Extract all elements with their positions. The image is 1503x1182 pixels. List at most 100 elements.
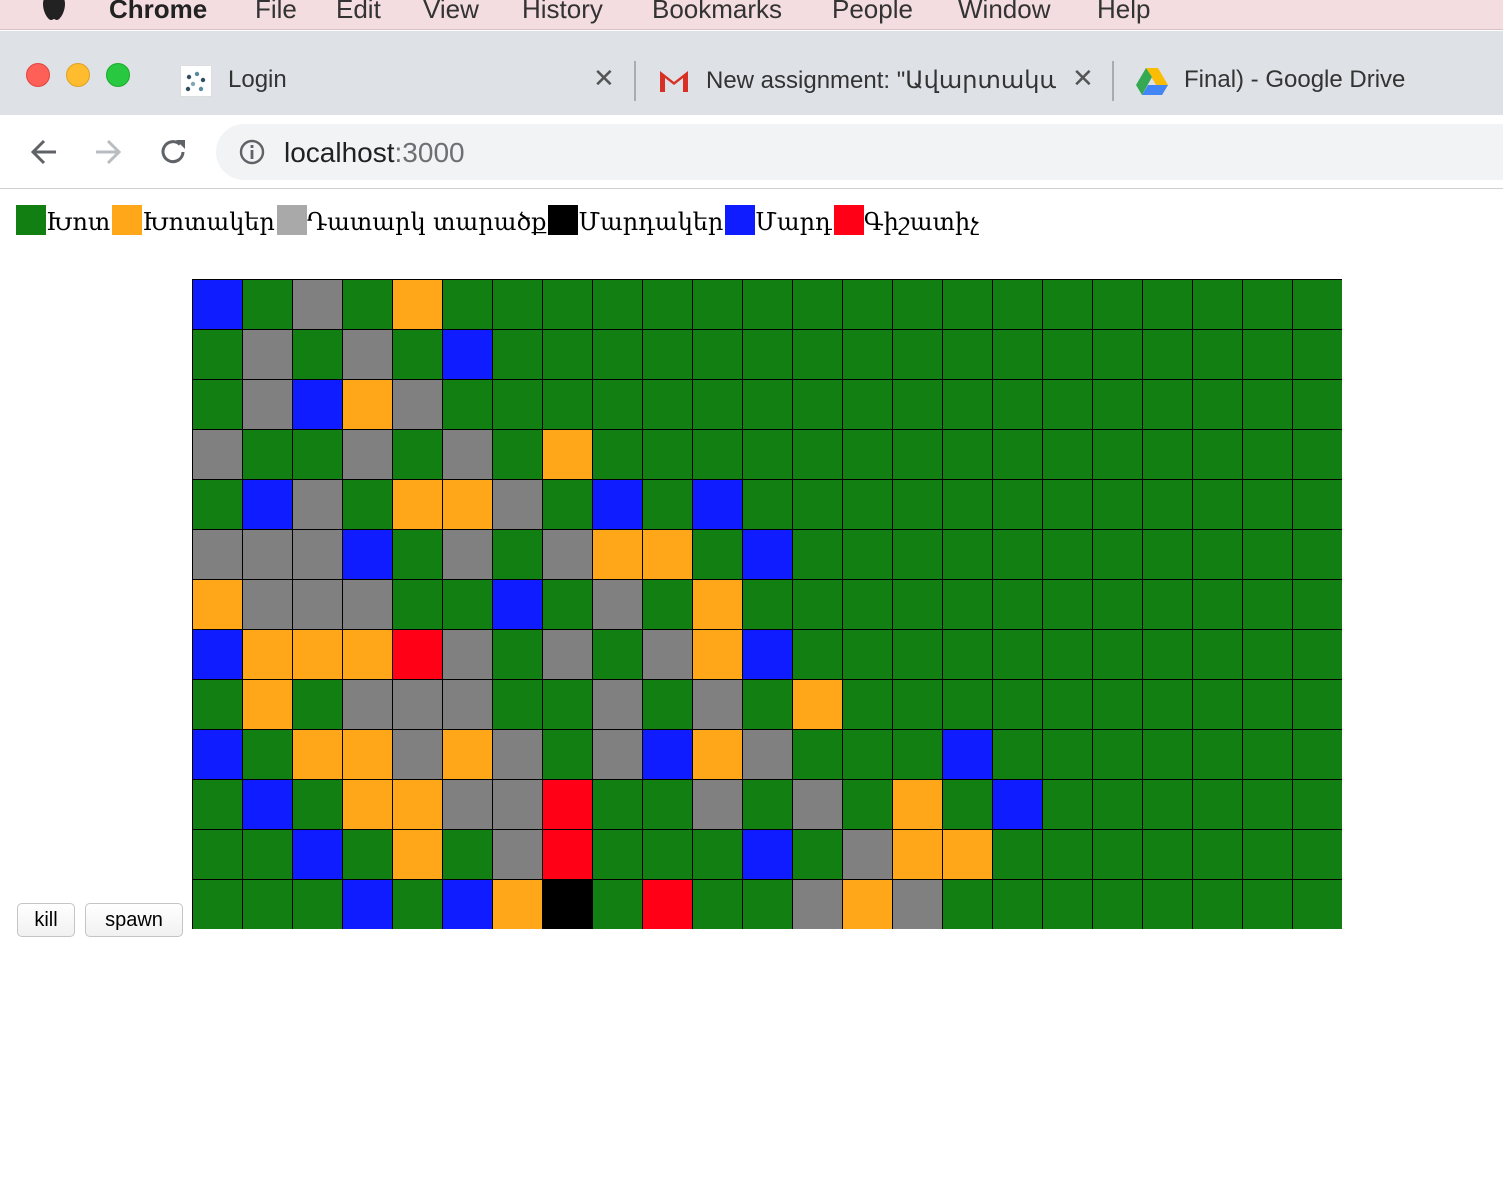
grid-cell <box>893 580 943 630</box>
grid-cell <box>1093 580 1143 630</box>
grid-cell <box>343 330 393 380</box>
tab-google-drive[interactable]: Final) - Google Drive <box>1125 31 1503 115</box>
grid-cell <box>243 730 293 780</box>
grid-cell <box>743 280 793 330</box>
grid-cell <box>693 480 743 530</box>
grid-cell <box>493 430 543 480</box>
tab-login[interactable]: Login ✕ <box>165 31 635 115</box>
grid-cell <box>593 780 643 830</box>
grid-cell <box>943 880 993 929</box>
grid-cell <box>543 580 593 630</box>
menu-help[interactable]: Help <box>1097 0 1150 24</box>
grid-cell <box>343 830 393 880</box>
grid-cell <box>443 730 493 780</box>
forward-button[interactable] <box>90 134 126 170</box>
zoom-window-button[interactable] <box>106 63 130 87</box>
url-text[interactable]: localhost:3000 <box>284 137 465 169</box>
grid-cell <box>343 580 393 630</box>
back-button[interactable] <box>26 134 62 170</box>
grid-cell <box>393 880 443 929</box>
close-tab-icon[interactable]: ✕ <box>593 65 615 91</box>
grid-cell <box>443 480 493 530</box>
menu-history[interactable]: History <box>522 0 603 24</box>
close-window-button[interactable] <box>26 63 50 87</box>
grid-cell <box>543 730 593 780</box>
grid-cell <box>443 780 493 830</box>
legend-swatch <box>16 205 46 235</box>
grid-cell <box>1243 530 1293 580</box>
grid-cell <box>1243 380 1293 430</box>
grid-cell <box>843 580 893 630</box>
grid-cell <box>1193 880 1243 929</box>
grid-cell <box>193 280 243 330</box>
grid-cell <box>193 380 243 430</box>
grid-cell <box>793 630 843 680</box>
spawn-button[interactable]: spawn <box>85 903 183 937</box>
grid-cell <box>343 680 393 730</box>
grid-cell <box>293 280 343 330</box>
grid-cell <box>593 680 643 730</box>
grid-cell <box>243 380 293 430</box>
grid-cell <box>643 280 693 330</box>
login-favicon-icon <box>180 65 212 97</box>
info-icon[interactable] <box>238 138 266 166</box>
grid-cell <box>1243 330 1293 380</box>
grid-cell <box>243 630 293 680</box>
tab-title: Final) - Google Drive <box>1184 66 1406 93</box>
grid-cell <box>843 330 893 380</box>
grid-cell <box>893 380 943 430</box>
grid-cell <box>293 830 343 880</box>
grid-cell <box>543 680 593 730</box>
grid-cell <box>443 680 493 730</box>
grid-cell <box>393 680 443 730</box>
minimize-window-button[interactable] <box>66 63 90 87</box>
grid-cell <box>1243 830 1293 880</box>
grid-cell <box>393 780 443 830</box>
grid-cell <box>1143 830 1193 880</box>
menu-people[interactable]: People <box>832 0 913 24</box>
grid-cell <box>1143 880 1193 929</box>
grid-cell <box>393 380 443 430</box>
menu-edit[interactable]: Edit <box>336 0 381 24</box>
grid-cell <box>393 430 443 480</box>
grid-cell <box>1243 430 1293 480</box>
grid-cell <box>243 580 293 630</box>
grid-cell <box>843 280 893 330</box>
close-tab-icon[interactable]: ✕ <box>1072 65 1094 91</box>
grid-cell <box>443 830 493 880</box>
grid-cell <box>1193 630 1243 680</box>
grid-cell <box>1193 530 1243 580</box>
grid-cell <box>743 530 793 580</box>
grid-cell <box>893 780 943 830</box>
grid-cell <box>843 880 893 929</box>
grid-cell <box>343 480 393 530</box>
legend-item-grass: Խոտ <box>16 204 112 240</box>
menu-view[interactable]: View <box>423 0 479 24</box>
reload-button[interactable] <box>155 134 191 170</box>
grid-cell <box>793 430 843 480</box>
grid-cell <box>743 830 793 880</box>
menu-window[interactable]: Window <box>958 0 1050 24</box>
apple-menu-icon[interactable] <box>40 0 70 20</box>
simulation-grid <box>193 280 1342 929</box>
address-bar[interactable]: localhost:3000 <box>216 124 1503 180</box>
grid-cell <box>1193 480 1243 530</box>
grid-cell <box>1143 580 1193 630</box>
grid-cell <box>743 380 793 430</box>
tab-gmail[interactable]: New assignment: "Ավարտական ✕ <box>645 31 1110 115</box>
legend-item-predator: Գիշատիչ <box>833 204 981 240</box>
grid-cell <box>293 780 343 830</box>
menu-file[interactable]: File <box>255 0 297 24</box>
grid-cell <box>693 680 743 730</box>
grid-cell <box>643 780 693 830</box>
simulation-canvas[interactable] <box>192 279 1342 929</box>
grid-cell <box>1043 780 1093 830</box>
legend-label: Խոտակեր <box>142 208 275 236</box>
kill-button[interactable]: kill <box>17 903 75 937</box>
grid-cell <box>893 830 943 880</box>
menu-bookmarks[interactable]: Bookmarks <box>652 0 782 24</box>
grid-cell <box>543 430 593 480</box>
grid-cell <box>393 280 443 330</box>
grid-cell <box>793 680 843 730</box>
menu-chrome[interactable]: Chrome <box>109 0 207 24</box>
